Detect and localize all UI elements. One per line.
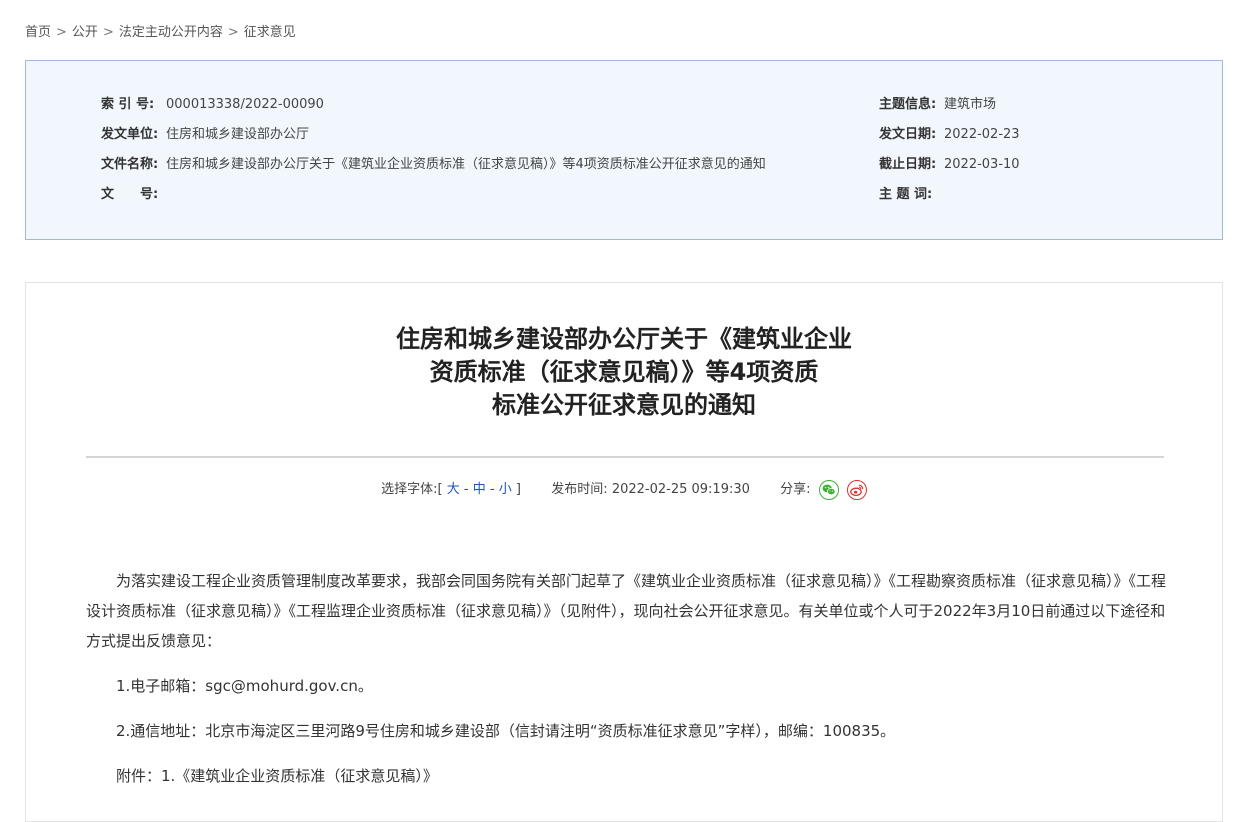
meta-filename: 文件名称: 住房和城乡建设部办公厅关于《建筑业企业资质标准（征求意见稿）》等4项资… <box>101 153 766 172</box>
meta-topic-value: 建筑市场 <box>944 97 997 112</box>
breadcrumb-public[interactable]: 公开 <box>72 25 98 40</box>
breadcrumb-separator: > <box>56 25 67 40</box>
font-size-medium[interactable]: 中 <box>473 482 486 497</box>
meta-keywords: 主 题 词: <box>879 183 944 202</box>
meta-keywords-label: 主 题 词: <box>879 187 933 202</box>
meta-index-value: 000013338/2022-00090 <box>166 97 324 112</box>
meta-topic: 主题信息: 建筑市场 <box>879 93 996 112</box>
font-dash: - <box>463 482 469 497</box>
meta-issuer: 发文单位: 住房和城乡建设部办公厅 <box>101 123 309 142</box>
meta-index: 索 引 号: 000013338/2022-00090 <box>101 93 324 112</box>
meta-date: 发文日期: 2022-02-23 <box>879 123 1020 142</box>
publish-time-value: 2022-02-25 09:19:30 <box>611 482 750 497</box>
meta-issuer-value: 住房和城乡建设部办公厅 <box>166 127 310 142</box>
article-title-line: 住房和城乡建设部办公厅关于《建筑业企业 <box>396 325 852 353</box>
article-toolbar: 选择字体:[ 大 - 中 - 小 ] 发布时间: 2022-02-25 09:1… <box>26 478 1222 502</box>
article-panel: 住房和城乡建设部办公厅关于《建筑业企业 资质标准（征求意见稿）》等4项资质 标准… <box>25 282 1223 822</box>
font-bracket-open: [ <box>437 482 443 497</box>
font-dash: - <box>489 482 495 497</box>
share-label: 分享: <box>780 482 811 497</box>
article-paragraph-address: 2.通信地址：北京市海淀区三里河路9号住房和城乡建设部（信封请注明“资质标准征求… <box>116 722 896 740</box>
document-meta-panel: 索 引 号: 000013338/2022-00090 发文单位: 住房和城乡建设部… <box>25 60 1223 240</box>
meta-filename-value: 住房和城乡建设部办公厅关于《建筑业企业资质标准（征求意见稿）》等4项资质标准公开… <box>166 157 766 172</box>
title-divider <box>86 456 1164 458</box>
article-body: 为落实建设工程企业资质管理制度改革要求，我部会同国务院有关部门起草了《建筑业企业… <box>86 566 1166 806</box>
font-size-selector: 选择字体:[ 大 - 中 - 小 ] <box>381 482 525 497</box>
meta-index-label: 索 引 号: <box>101 97 155 112</box>
wechat-icon[interactable] <box>818 479 839 500</box>
meta-docno-label: 文 号: <box>101 187 159 202</box>
meta-topic-label: 主题信息: <box>879 97 937 112</box>
meta-deadline-label: 截止日期: <box>879 157 937 172</box>
meta-date-label: 发文日期: <box>879 127 937 142</box>
article-title-line: 资质标准（征求意见稿）》等4项资质 <box>429 358 819 386</box>
meta-issuer-label: 发文单位: <box>101 127 159 142</box>
meta-deadline: 截止日期: 2022-03-10 <box>879 153 1020 172</box>
breadcrumb-consultation[interactable]: 征求意见 <box>244 25 296 40</box>
font-bracket-close: ] <box>515 482 521 497</box>
publish-time-label: 发布时间: <box>551 482 608 497</box>
meta-filename-label: 文件名称: <box>101 157 159 172</box>
font-size-large[interactable]: 大 <box>447 482 460 497</box>
font-size-small[interactable]: 小 <box>499 482 512 497</box>
article-paragraph-email: 1.电子邮箱：sgc@mohurd.gov.cn。 <box>116 677 373 695</box>
article-paragraph: 为落实建设工程企业资质管理制度改革要求，我部会同国务院有关部门起草了《建筑业企业… <box>86 572 1167 650</box>
breadcrumb: 首页 > 公开 > 法定主动公开内容 > 征求意见 <box>25 21 296 40</box>
meta-docno: 文 号: <box>101 183 166 202</box>
meta-deadline-value: 2022-03-10 <box>944 157 1020 172</box>
weibo-icon[interactable] <box>846 479 867 500</box>
meta-date-value: 2022-02-23 <box>944 127 1020 142</box>
breadcrumb-home[interactable]: 首页 <box>25 25 51 40</box>
article-title: 住房和城乡建设部办公厅关于《建筑业企业 资质标准（征求意见稿）》等4项资质 标准… <box>26 323 1222 422</box>
breadcrumb-separator: > <box>227 25 239 40</box>
breadcrumb-separator: > <box>102 25 114 40</box>
font-size-label: 选择字体: <box>381 482 438 497</box>
article-title-line: 标准公开征求意见的通知 <box>492 391 756 419</box>
article-attachment[interactable]: 附件：1.《建筑业企业资质标准（征求意见稿）》 <box>86 761 1166 791</box>
breadcrumb-statutory[interactable]: 法定主动公开内容 <box>119 25 223 40</box>
